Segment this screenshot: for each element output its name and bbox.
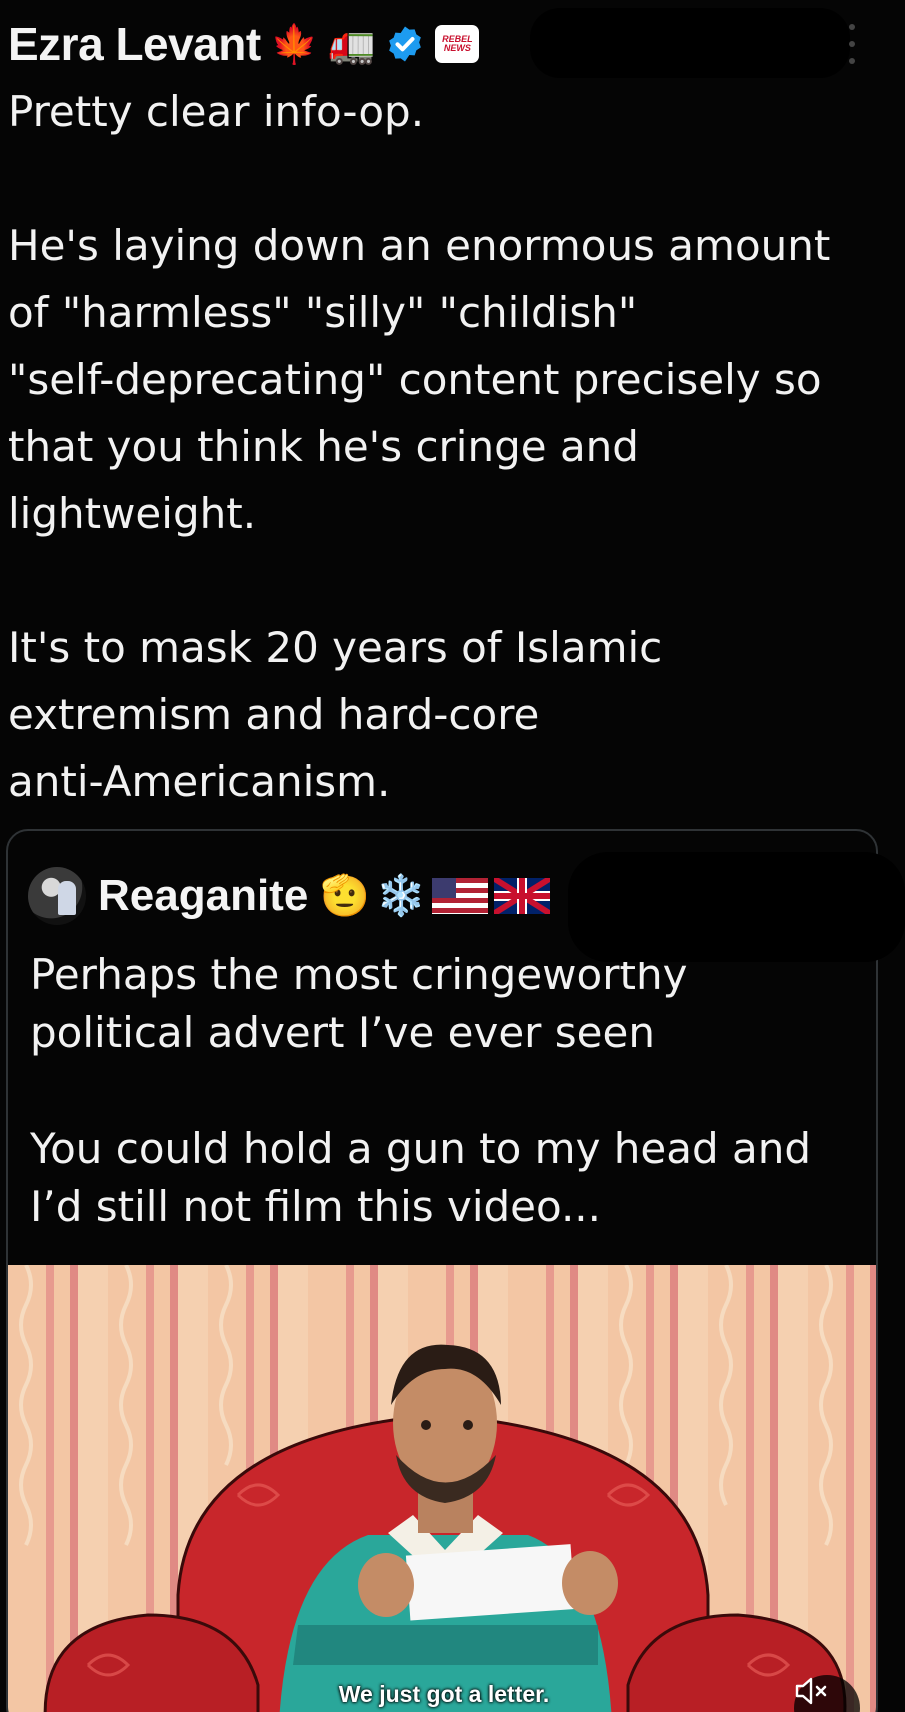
us-flag-icon (431, 878, 488, 914)
snowflake-emoji: ❄️ (376, 873, 426, 919)
video-caption: We just got a letter. (338, 1681, 550, 1707)
tweet-line: "self-deprecating" content precisely so (8, 355, 822, 404)
verified-badge-icon[interactable] (385, 24, 425, 64)
quote-line: political advert I’ve ever seen (30, 1008, 655, 1057)
affiliate-badge-line-2: NEWS (443, 43, 471, 53)
quote-line: I’d still not film this video... (30, 1182, 601, 1231)
saluting-face-emoji: 🫡 (320, 873, 371, 919)
tweet-line: Pretty clear info-op. (8, 87, 425, 136)
truck-emoji: 🚛 (328, 22, 376, 66)
more-vertical-icon[interactable] (845, 24, 859, 64)
quoted-tweet-text: Perhaps the most cringeworthy political … (30, 946, 870, 1236)
video-frame (19, 1265, 847, 1712)
quote-line: You could hold a gun to my head and (30, 1124, 812, 1173)
tweet-line: lightweight. (8, 489, 257, 538)
tweet-header: Ezra Levant 🍁 🚛 REBEL NEWS (8, 14, 480, 74)
author-name[interactable]: Ezra Levant (8, 17, 261, 71)
redacted-area (568, 852, 905, 962)
quoted-tweet-header: Reaganite 🫡 ❄️ (28, 863, 550, 929)
tweet-line: He's laying down an enormous amount (8, 221, 831, 270)
quoted-author-name[interactable]: Reaganite (98, 871, 308, 921)
app-screen: Ezra Levant 🍁 🚛 REBEL NEWS Pretty clear … (0, 0, 905, 1712)
tweet-text: Pretty clear info-op. He's laying down a… (8, 78, 898, 815)
tweet-line: extremism and hard-core (8, 690, 540, 739)
video-player[interactable]: We just got a letter. (8, 1265, 876, 1712)
volume-muted-icon (795, 1677, 827, 1705)
quoted-author-emojis: 🫡 ❄️ (320, 876, 550, 916)
tweet-line: anti-Americanism. (8, 757, 391, 806)
avatar[interactable] (28, 867, 86, 925)
tweet-line: that you think he's cringe and (8, 422, 639, 471)
tweet-line: of "harmless" "silly" "childish" (8, 288, 638, 337)
maple-leaf-emoji: 🍁 (270, 22, 319, 66)
redacted-area (530, 8, 850, 78)
uk-flag-icon (493, 878, 550, 914)
tweet-line: It's to mask 20 years of Islamic (8, 623, 663, 672)
rebel-news-affiliate-badge[interactable]: REBEL NEWS (435, 25, 480, 63)
